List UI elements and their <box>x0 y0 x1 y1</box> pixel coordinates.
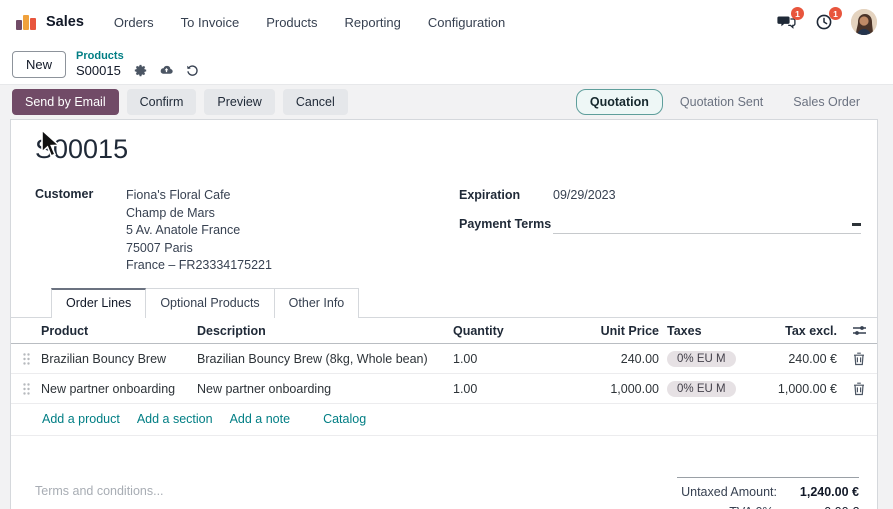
gear-icon[interactable] <box>134 64 147 77</box>
tax-pill[interactable]: 0% EU M <box>667 381 736 397</box>
customer-address-line: Champ de Mars <box>126 205 272 223</box>
cell-subtotal: 240.00 € <box>763 352 841 366</box>
terms-placeholder[interactable]: Terms and conditions... <box>35 484 164 498</box>
messages-icon[interactable]: 1 <box>775 11 797 33</box>
cell-quantity[interactable]: 1.00 <box>435 382 547 396</box>
tab-optional-products[interactable]: Optional Products <box>146 288 274 318</box>
status-quotation-sent[interactable]: Quotation Sent <box>667 90 776 114</box>
status-sales-order[interactable]: Sales Order <box>780 90 873 114</box>
expiration-label: Expiration <box>459 188 520 202</box>
col-quantity: Quantity <box>435 324 547 338</box>
tab-other-info[interactable]: Other Info <box>275 288 360 318</box>
delete-row-icon[interactable] <box>841 382 877 396</box>
table-footer-links: Add a product Add a section Add a note C… <box>11 404 877 436</box>
activities-icon[interactable]: 1 <box>813 11 835 33</box>
catalog-link[interactable]: Catalog <box>323 412 366 426</box>
order-line-row: Brazilian Bouncy Brew Brazilian Bouncy B… <box>11 344 877 374</box>
mouse-cursor-icon <box>38 129 64 159</box>
discard-undo-icon[interactable] <box>186 64 199 77</box>
tax-amount-row: TVA 0%: 0.00 € <box>677 505 859 509</box>
drag-handle-icon[interactable] <box>11 353 41 365</box>
activities-badge: 1 <box>829 7 842 20</box>
menu-orders[interactable]: Orders <box>114 15 154 30</box>
menu-products[interactable]: Products <box>266 15 317 30</box>
breadcrumb-current: S00015 <box>76 63 121 79</box>
cell-quantity[interactable]: 1.00 <box>435 352 547 366</box>
tax-amount-value: 0.00 € <box>787 505 859 509</box>
tax-amount-label: TVA 0%: <box>729 505 777 509</box>
confirm-button[interactable]: Confirm <box>127 89 197 115</box>
new-button[interactable]: New <box>12 51 66 78</box>
menu-reporting[interactable]: Reporting <box>345 15 401 30</box>
cell-unit-price[interactable]: 240.00 <box>547 352 659 366</box>
customer-label: Customer <box>35 187 93 201</box>
cell-subtotal: 1,000.00 € <box>763 382 841 396</box>
nav-right: 1 1 <box>775 9 877 35</box>
untaxed-amount-label: Untaxed Amount: <box>681 485 777 499</box>
tab-order-lines[interactable]: Order Lines <box>51 288 146 318</box>
untaxed-amount-value: 1,240.00 € <box>787 485 859 499</box>
cancel-button[interactable]: Cancel <box>283 89 348 115</box>
customer-address-line: 5 Av. Anatole France <box>126 222 272 240</box>
cell-product[interactable]: New partner onboarding <box>41 382 197 396</box>
breadcrumb: Products S00015 <box>76 50 199 79</box>
col-product: Product <box>41 324 197 338</box>
menu-to-invoice[interactable]: To Invoice <box>181 15 240 30</box>
status-quotation[interactable]: Quotation <box>576 89 663 115</box>
order-lines-table: Product Description Quantity Unit Price … <box>11 318 877 436</box>
payment-terms-dash-icon <box>852 223 861 226</box>
breadcrumb-bar: New Products S00015 <box>0 44 893 84</box>
top-nav: Sales Orders To Invoice Products Reporti… <box>0 0 893 44</box>
add-a-section-link[interactable]: Add a section <box>137 412 213 426</box>
payment-terms-field[interactable] <box>553 214 861 234</box>
expiration-value[interactable]: 09/29/2023 <box>553 188 616 202</box>
cell-description[interactable]: New partner onboarding <box>197 382 435 396</box>
add-a-note-link[interactable]: Add a note <box>230 412 290 426</box>
totals-block: Untaxed Amount: 1,240.00 € TVA 0%: 0.00 … <box>677 477 859 509</box>
customer-field: Fiona's Floral Cafe Champ de Mars 5 Av. … <box>126 187 272 275</box>
cell-unit-price[interactable]: 1,000.00 <box>547 382 659 396</box>
customer-address-line: France – FR23334175221 <box>126 257 272 275</box>
control-band: Send by Email Confirm Preview Cancel Quo… <box>0 84 893 119</box>
app-name[interactable]: Sales <box>46 14 84 30</box>
breadcrumb-parent[interactable]: Products <box>76 50 199 63</box>
menu-configuration[interactable]: Configuration <box>428 15 505 30</box>
status-bar: Quotation Quotation Sent Sales Order <box>576 89 893 115</box>
col-taxes: Taxes <box>659 324 763 338</box>
table-header-row: Product Description Quantity Unit Price … <box>11 318 877 344</box>
user-avatar[interactable] <box>851 9 877 35</box>
drag-handle-icon[interactable] <box>11 383 41 395</box>
cell-product[interactable]: Brazilian Bouncy Brew <box>41 352 197 366</box>
col-description: Description <box>197 324 435 338</box>
tax-pill[interactable]: 0% EU M <box>667 351 736 367</box>
payment-terms-label: Payment Terms <box>459 217 551 231</box>
col-subtotal: Tax excl. <box>763 324 841 338</box>
customer-address-line: 75007 Paris <box>126 240 272 258</box>
form-sheet: S00015 Customer Fiona's Floral Cafe Cham… <box>10 119 878 509</box>
totals-separator <box>677 477 859 478</box>
cloud-save-icon[interactable] <box>160 64 173 77</box>
delete-row-icon[interactable] <box>841 352 877 366</box>
odoo-logo-icon <box>16 14 36 30</box>
customer-name[interactable]: Fiona's Floral Cafe <box>126 187 272 205</box>
column-options-icon[interactable] <box>841 324 877 337</box>
send-by-email-button[interactable]: Send by Email <box>12 89 119 115</box>
cell-description[interactable]: Brazilian Bouncy Brew (8kg, Whole bean) <box>197 352 435 366</box>
add-a-product-link[interactable]: Add a product <box>42 412 120 426</box>
messages-badge: 1 <box>791 7 804 20</box>
untaxed-amount-row: Untaxed Amount: 1,240.00 € <box>677 485 859 499</box>
col-unit-price: Unit Price <box>547 324 659 338</box>
order-line-row: New partner onboarding New partner onboa… <box>11 374 877 404</box>
preview-button[interactable]: Preview <box>204 89 274 115</box>
nav-menus: Orders To Invoice Products Reporting Con… <box>114 15 505 30</box>
notebook-tabs: Order Lines Optional Products Other Info <box>11 288 877 318</box>
